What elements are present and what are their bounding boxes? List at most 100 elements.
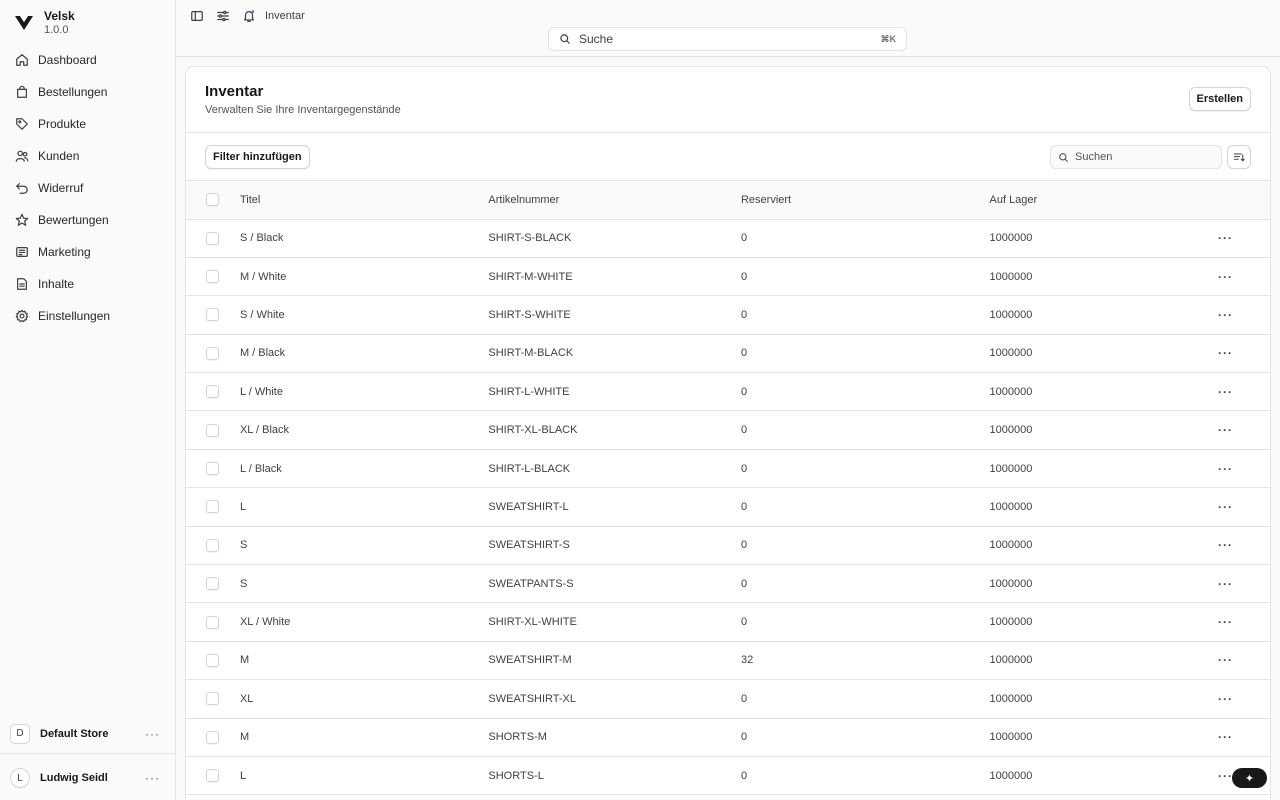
table-row[interactable]: L / White SHIRT-L-WHITE 0 1000000 ···: [186, 373, 1270, 411]
table-row[interactable]: M / Black SHIRT-M-BLACK 0 1000000 ···: [186, 334, 1270, 373]
table-search-input[interactable]: [1075, 151, 1215, 163]
cell-title: L / Black: [239, 462, 282, 475]
store-switcher[interactable]: D Default Store ···: [0, 714, 176, 754]
table-row[interactable]: L / Black SHIRT-L-BLACK 0 1000000 ···: [186, 449, 1270, 488]
table-search[interactable]: [1050, 145, 1222, 169]
cell-sku: SHIRT-M-BLACK: [488, 347, 574, 360]
cell-reserved: 32: [740, 654, 754, 667]
cell-sku: SHIRT-L-WHITE: [488, 385, 570, 398]
table-row[interactable]: XL / Black SHIRT-XL-BLACK 0 1000000 ···: [186, 411, 1270, 450]
cell-stock: 1000000: [989, 616, 1033, 629]
cell-reserved: 0: [740, 539, 748, 552]
create-button[interactable]: Erstellen: [1188, 87, 1251, 111]
cell-title: XL / Black: [239, 424, 290, 437]
row-checkbox[interactable]: [206, 270, 219, 284]
row-actions-button[interactable]: ···: [1218, 462, 1233, 476]
user-menu[interactable]: L Ludwig Seidl ···: [0, 758, 176, 798]
brand-version: 1.0.0: [44, 24, 69, 36]
cell-title: XL: [239, 692, 254, 705]
sidebar-item-produkte[interactable]: Produkte: [8, 108, 168, 140]
global-search-label: Suche: [579, 32, 614, 46]
sidebar-item-inhalte[interactable]: Inhalte: [8, 268, 168, 300]
row-checkbox[interactable]: [206, 692, 219, 706]
row-checkbox[interactable]: [206, 423, 219, 437]
cell-sku: SHIRT-S-BLACK: [488, 232, 572, 245]
row-checkbox[interactable]: [206, 308, 219, 322]
row-checkbox[interactable]: [206, 346, 219, 360]
row-actions-button[interactable]: ···: [1218, 385, 1233, 399]
sort-button[interactable]: [1227, 145, 1251, 169]
sidebar-item-bestellungen[interactable]: Bestellungen: [8, 76, 168, 108]
user-more-button[interactable]: ···: [145, 771, 160, 785]
cell-reserved: 0: [740, 769, 748, 782]
row-actions-button[interactable]: ···: [1218, 500, 1233, 514]
sidebar-item-kunden[interactable]: Kunden: [8, 140, 168, 172]
store-more-button[interactable]: ···: [145, 727, 160, 741]
brand-name: Velsk: [44, 9, 75, 23]
settings-sliders-icon[interactable]: [216, 9, 230, 23]
table-row[interactable]: XL / White SHIRT-XL-WHITE 0 1000000 ···: [186, 603, 1270, 642]
row-actions-button[interactable]: ···: [1218, 270, 1233, 284]
row-actions-button[interactable]: ···: [1218, 423, 1233, 437]
row-checkbox[interactable]: [206, 730, 219, 744]
sidebar-item-label: Marketing: [38, 245, 91, 259]
table-row[interactable]: S / White SHIRT-S-WHITE 0 1000000 ···: [186, 296, 1270, 335]
cell-sku: SHORTS-M: [488, 731, 547, 744]
row-actions-button[interactable]: ···: [1218, 615, 1233, 629]
cell-reserved: 0: [740, 308, 748, 321]
row-checkbox[interactable]: [206, 385, 219, 399]
row-checkbox[interactable]: [206, 462, 219, 476]
table-row[interactable]: XL SWEATSHIRT-XL 0 1000000 ···: [186, 680, 1270, 719]
select-all-checkbox[interactable]: [206, 193, 219, 207]
row-actions-button[interactable]: ···: [1218, 692, 1233, 706]
row-checkbox[interactable]: [206, 231, 219, 245]
table-row[interactable]: S / Black SHIRT-S-BLACK 0 1000000 ···: [186, 219, 1270, 258]
row-actions-button[interactable]: ···: [1218, 538, 1233, 552]
sidebar-toggle-icon[interactable]: [190, 9, 204, 23]
assistant-button[interactable]: ✦: [1232, 768, 1267, 788]
row-actions-button[interactable]: ···: [1218, 231, 1233, 245]
table-row[interactable]: S SWEATPANTS-S 0 1000000 ···: [186, 565, 1270, 603]
table-row[interactable]: M SWEATSHIRT-M 32 1000000 ···: [186, 641, 1270, 680]
brand[interactable]: Velsk 1.0.0: [14, 9, 75, 37]
global-search[interactable]: Suche ⌘K: [548, 27, 907, 51]
table-row[interactable]: S SWEATSHIRT-S 0 1000000 ···: [186, 526, 1270, 565]
cell-sku: SHORTS-L: [488, 769, 544, 782]
row-checkbox[interactable]: [206, 653, 219, 667]
row-checkbox[interactable]: [206, 500, 219, 514]
table-row[interactable]: L SHORTS-L 0 1000000 ···: [186, 756, 1270, 795]
column-header-title[interactable]: Titel: [240, 181, 488, 219]
sidebar-item-bewertungen[interactable]: Bewertungen: [8, 204, 168, 236]
cell-title: M / White: [239, 270, 287, 283]
home-icon: [16, 54, 28, 66]
row-actions-button[interactable]: ···: [1218, 769, 1233, 783]
table-row[interactable]: M SHORTS-M 0 1000000 ···: [186, 718, 1270, 757]
sidebar-item-marketing[interactable]: Marketing: [8, 236, 168, 268]
row-actions-button[interactable]: ···: [1218, 308, 1233, 322]
table-row[interactable]: M / White SHIRT-M-WHITE 0 1000000 ···: [186, 257, 1270, 296]
add-filter-button[interactable]: Filter hinzufügen: [205, 145, 310, 169]
row-actions-button[interactable]: ···: [1218, 730, 1233, 744]
row-checkbox[interactable]: [206, 577, 219, 591]
row-checkbox[interactable]: [206, 538, 219, 552]
cell-stock: 1000000: [989, 577, 1033, 590]
cell-reserved: 0: [740, 577, 748, 590]
cell-stock: 1000000: [989, 462, 1033, 475]
cell-stock: 1000000: [989, 731, 1033, 744]
sidebar-item-dashboard[interactable]: Dashboard: [8, 44, 168, 76]
row-checkbox[interactable]: [206, 769, 219, 783]
column-header-reserved[interactable]: Reserviert: [741, 181, 990, 219]
sidebar-item-widerruf[interactable]: Widerruf: [8, 172, 168, 204]
row-checkbox[interactable]: [206, 615, 219, 629]
row-actions-button[interactable]: ···: [1218, 577, 1233, 591]
row-actions-button[interactable]: ···: [1218, 653, 1233, 667]
cell-reserved: 0: [740, 424, 748, 437]
table-row[interactable]: L SWEATSHIRT-L 0 1000000 ···: [186, 488, 1270, 527]
breadcrumb[interactable]: Inventar: [265, 10, 305, 22]
cell-stock: 1000000: [989, 692, 1033, 705]
column-header-sku[interactable]: Artikelnummer: [488, 181, 741, 219]
column-header-stock[interactable]: Auf Lager: [990, 181, 1219, 219]
row-actions-button[interactable]: ···: [1218, 346, 1233, 360]
sidebar-item-einstellungen[interactable]: Einstellungen: [8, 300, 168, 332]
notification-bell-icon[interactable]: [242, 9, 256, 23]
